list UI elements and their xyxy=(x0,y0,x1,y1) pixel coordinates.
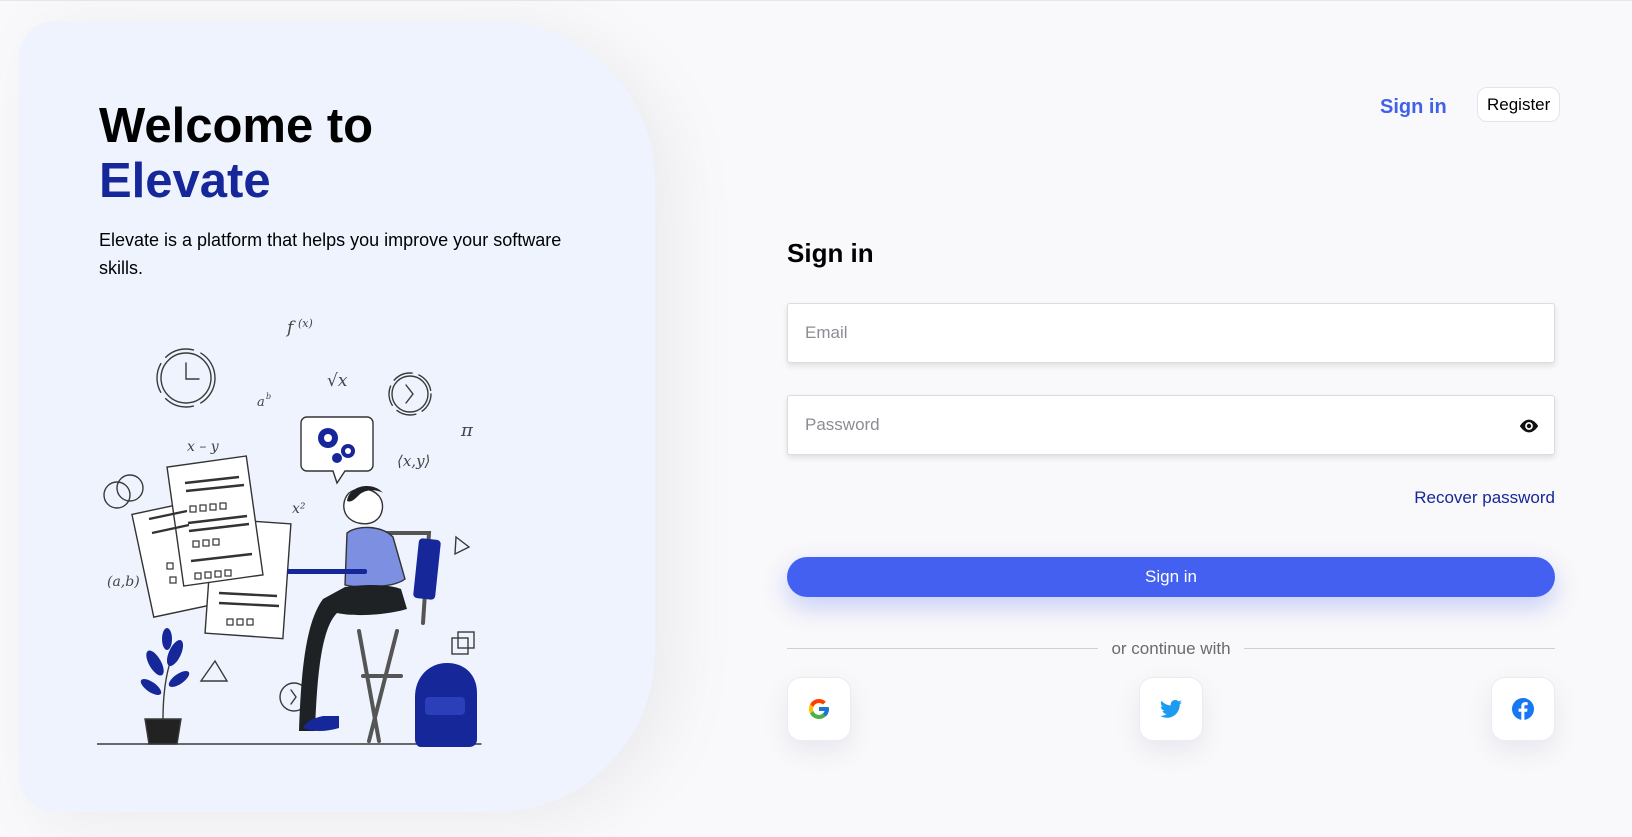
facebook-login-button[interactable] xyxy=(1491,677,1555,741)
svg-text:x²: x² xyxy=(292,501,306,517)
google-login-button[interactable] xyxy=(787,677,851,741)
svg-text:b: b xyxy=(266,392,271,401)
twitter-icon xyxy=(1160,700,1182,718)
divider-line-right xyxy=(1244,648,1555,649)
email-field xyxy=(787,303,1555,363)
hero-description: Elevate is a platform that helps you imp… xyxy=(99,230,562,278)
recover-password-link[interactable]: Recover password xyxy=(1414,488,1555,508)
svg-text:x – y: x – y xyxy=(187,439,220,455)
svg-text:π: π xyxy=(460,420,474,441)
student-studying-illustration: f (x) √x ab x – y π ⟨x,y⟩ x² (a,b) xyxy=(97,317,482,747)
hero-panel: Welcome to Elevate Elevate is a platform… xyxy=(19,21,655,812)
hero-title: Welcome to Elevate xyxy=(99,99,373,209)
signin-submit-button[interactable]: Sign in xyxy=(787,557,1555,597)
svg-text:f: f xyxy=(285,318,296,338)
password-field xyxy=(787,395,1555,455)
svg-text:(x): (x) xyxy=(298,317,313,330)
google-icon xyxy=(809,699,829,719)
twitter-login-button[interactable] xyxy=(1139,677,1203,741)
nav-register-button[interactable]: Register xyxy=(1477,87,1561,122)
svg-text:(a,b): (a,b) xyxy=(107,574,140,590)
divider-text: or continue with xyxy=(1111,639,1231,658)
nav-signin-link[interactable]: Sign in xyxy=(1380,96,1447,119)
facebook-icon xyxy=(1512,698,1534,720)
hero-title-brand: Elevate xyxy=(99,154,271,208)
hero-title-line1: Welcome to xyxy=(99,99,374,153)
social-divider: or continue with xyxy=(787,637,1555,659)
password-input[interactable] xyxy=(788,396,1554,454)
email-input[interactable] xyxy=(788,304,1554,362)
form-title: Sign in xyxy=(787,238,874,268)
svg-text:a: a xyxy=(257,395,265,410)
eye-icon[interactable] xyxy=(1518,415,1540,437)
svg-text:√x: √x xyxy=(327,371,348,391)
svg-text:⟨x,y⟩: ⟨x,y⟩ xyxy=(397,452,430,470)
